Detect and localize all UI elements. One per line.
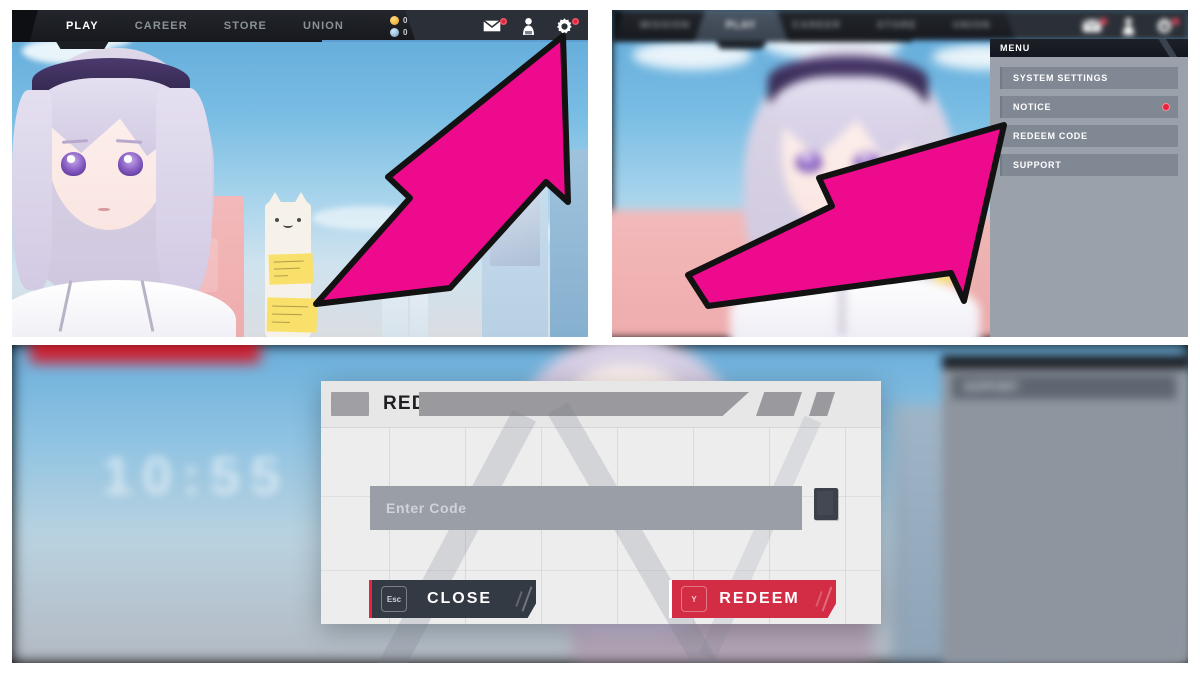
nav-left-cut — [12, 10, 48, 42]
cat-ear-icon — [294, 192, 308, 204]
notification-badge — [1100, 18, 1107, 25]
key-hint-y: Y — [681, 586, 707, 612]
city-tower — [410, 256, 428, 337]
cat-eye-icon — [275, 218, 279, 222]
tab-label: PLAY — [726, 20, 757, 31]
character-outfit — [12, 280, 236, 337]
tab-store[interactable]: STORE — [859, 10, 935, 42]
mail-icon[interactable] — [1082, 17, 1107, 35]
redeem-button[interactable]: Y REDEEM — [669, 580, 836, 618]
menu-item-notice[interactable]: NOTICE — [1000, 96, 1178, 118]
character-mouth — [98, 208, 110, 211]
notification-badge — [1162, 103, 1170, 111]
character-icon[interactable] — [1118, 17, 1138, 35]
screenshot-collage: 25°C SUNNY — [0, 0, 1200, 675]
top-nav-bar-blurred: MISSION PLAY CAREER STORE UNION 0 — [612, 10, 1188, 42]
cloud-icon — [312, 206, 422, 230]
character-portrait — [720, 22, 990, 337]
sticky-note — [268, 253, 314, 285]
redeem-code-dialog: REDEEM CODE Enter Code Esc CLO — [321, 381, 881, 663]
gear-icon[interactable] — [554, 17, 579, 35]
character-icon[interactable] — [518, 17, 538, 35]
header-bar-mid — [756, 392, 802, 416]
tab-label: CAREER — [134, 19, 188, 32]
tab-label: PLAY — [66, 19, 99, 32]
tab-label: UNION — [303, 19, 344, 32]
panel-redeem-dialog: 10:55 SUPPORT REDEEM CODE — [12, 345, 1188, 663]
character-eye — [118, 152, 143, 176]
menu-item-support[interactable]: SUPPORT — [1000, 154, 1178, 176]
cat-eye-icon — [297, 218, 301, 222]
dialog-header: REDEEM CODE — [321, 381, 881, 428]
cat-mascot-sign — [265, 192, 318, 337]
nav-left-cut — [612, 10, 623, 42]
tab-career[interactable]: CAREER — [117, 10, 206, 42]
tab-mission[interactable]: MISSION — [622, 10, 708, 42]
menu-item-label: REDEEM CODE — [1013, 131, 1088, 141]
gear-icon[interactable] — [1154, 17, 1179, 35]
dialog-header-bars-decor — [419, 392, 835, 416]
menu-header: MENU — [990, 39, 1188, 57]
character-sidelock — [156, 88, 212, 298]
city-tower — [550, 150, 588, 337]
code-input-placeholder: Enter Code — [386, 500, 467, 516]
tower-poster — [490, 170, 540, 266]
header-bar-long — [419, 392, 749, 416]
blurred-clock: 10:55 — [102, 446, 291, 506]
notification-badge — [1172, 18, 1179, 25]
menu-item-redeem-code[interactable]: REDEEM CODE — [1000, 125, 1178, 147]
character-eye — [854, 152, 880, 172]
panel-menu-open: MISSION PLAY CAREER STORE UNION 0 — [612, 10, 1188, 337]
menu-item-label: SUPPORT — [1013, 160, 1062, 170]
key-hint-esc: Esc — [381, 586, 407, 612]
notification-badge — [500, 18, 507, 25]
tab-career[interactable]: CAREER — [774, 10, 859, 42]
character-eye — [796, 152, 822, 172]
header-bar-short — [809, 392, 835, 416]
nav-tabs: PLAY CAREER STORE UNION — [48, 10, 362, 42]
character-strap — [840, 274, 844, 336]
tab-label: CAREER — [792, 20, 842, 31]
notification-badge — [572, 18, 579, 25]
blurred-menu-header — [942, 355, 1188, 369]
top-nav-bar: PLAY CAREER STORE UNION 0 — [12, 10, 588, 42]
panel-main-menu: 25°C SUNNY — [12, 10, 588, 337]
menu-header-slash-decor — [1146, 39, 1188, 57]
character-sidelock — [12, 90, 52, 290]
menu-item-system-settings[interactable]: SYSTEM SETTINGS — [1000, 67, 1178, 89]
blurred-menu-item-label: SUPPORT — [964, 381, 1020, 393]
game-scene-background: 25°C SUNNY — [12, 10, 588, 337]
close-button[interactable]: Esc CLOSE — [369, 580, 536, 618]
tab-label: STORE — [223, 19, 267, 32]
code-input[interactable]: Enter Code — [370, 486, 802, 530]
menu-header-title: MENU — [1000, 43, 1031, 53]
system-menu-panel: MENU SYSTEM SETTINGS NOTICE REDEEM CODE … — [990, 39, 1188, 337]
menu-item-label: NOTICE — [1013, 102, 1052, 112]
character-portrait — [12, 30, 246, 337]
tab-label: STORE — [877, 20, 917, 31]
blurred-red-banner — [30, 345, 260, 363]
system-icon-group — [454, 10, 588, 42]
blurred-menu-item-support[interactable]: SUPPORT — [952, 375, 1176, 399]
paste-icon[interactable] — [814, 488, 838, 520]
sticky-note — [266, 297, 318, 333]
nav-tabs: MISSION PLAY CAREER STORE UNION — [622, 10, 1008, 42]
tab-play[interactable]: PLAY — [48, 10, 117, 42]
tab-play[interactable]: PLAY — [708, 10, 774, 42]
cat-mouth-icon — [283, 222, 293, 228]
tab-union[interactable]: UNION — [285, 10, 362, 42]
cat-ear-icon — [268, 192, 282, 204]
menu-item-label: SYSTEM SETTINGS — [1013, 73, 1109, 83]
dialog-body: Enter Code Esc CLOSE Y REDEEM — [321, 402, 881, 663]
city-tower — [382, 232, 408, 337]
character-eye — [61, 152, 86, 176]
dialog-header-square-decor — [331, 392, 369, 416]
mail-icon[interactable] — [482, 17, 507, 35]
tab-label: MISSION — [640, 20, 691, 31]
nav-accent-line — [322, 40, 588, 42]
blurred-support-menu: SUPPORT — [942, 355, 1188, 663]
tab-store[interactable]: STORE — [206, 10, 285, 42]
system-icon-group — [1054, 10, 1188, 42]
